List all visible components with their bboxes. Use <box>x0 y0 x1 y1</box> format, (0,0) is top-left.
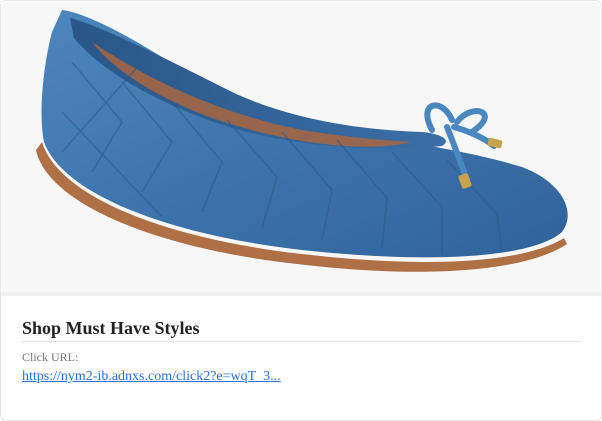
image-divider <box>1 292 601 296</box>
ad-card[interactable]: Shop Must Have Styles Click URL: https:/… <box>0 0 602 421</box>
title-divider <box>22 341 581 342</box>
bow-tip-2 <box>487 137 503 149</box>
product-image[interactable] <box>2 2 600 292</box>
click-url-link[interactable]: https://nym2-ib.adnxs.com/click2?e=wqT_3… <box>22 368 281 386</box>
ad-title: Shop Must Have Styles <box>22 318 200 338</box>
click-url-label: Click URL: <box>22 350 79 364</box>
shoe-illustration <box>36 10 568 272</box>
